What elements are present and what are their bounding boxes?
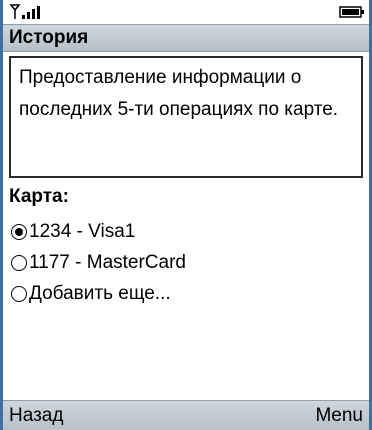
back-softkey[interactable]: Назад [9, 405, 63, 427]
card-label: Карта: [9, 186, 69, 207]
radio-icon[interactable] [11, 286, 27, 302]
radio-icon[interactable] [11, 255, 27, 271]
card-option-label: 1234 - Visa1 [29, 221, 136, 242]
card-option-label: 1177 - MasterCard [29, 252, 186, 273]
status-bar [3, 0, 369, 24]
card-option-visa[interactable]: 1234 - Visa1 [11, 218, 135, 246]
radio-selected-icon[interactable] [11, 224, 27, 240]
menu-softkey[interactable]: Menu [315, 405, 363, 427]
softkey-bar: Назад Menu [3, 400, 369, 430]
title-bar: История [3, 24, 369, 52]
info-textbox: Предоставление информации о последних 5-… [9, 56, 363, 178]
card-option-add[interactable]: Добавить еще... [11, 280, 171, 308]
page-title: История [9, 27, 89, 48]
phone-screen: История Предоставление информации о посл… [0, 0, 372, 430]
card-option-mastercard[interactable]: 1177 - MasterCard [11, 249, 186, 277]
battery-icon [339, 6, 364, 18]
card-option-label: Добавить еще... [29, 283, 171, 304]
signal-icon [9, 4, 40, 19]
